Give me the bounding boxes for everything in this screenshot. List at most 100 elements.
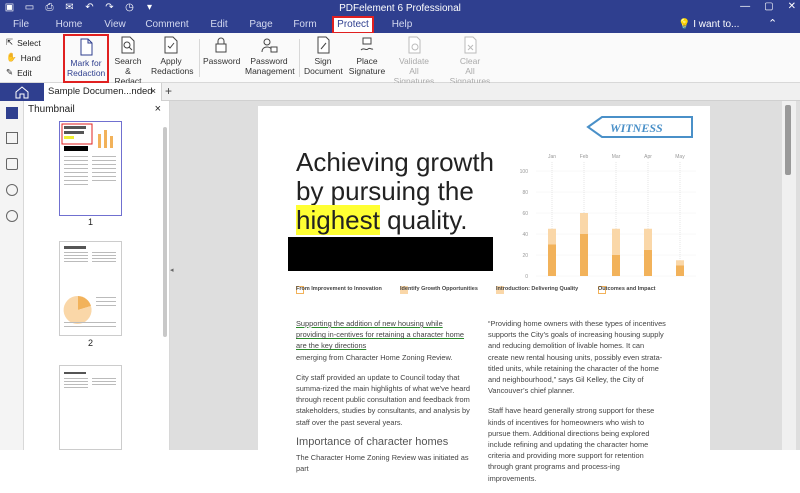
right-para-1: “Providing home owners with these types … bbox=[488, 319, 666, 396]
place-signature-button[interactable]: Place Signature bbox=[348, 36, 386, 76]
y-tick-label: 20 bbox=[522, 253, 528, 259]
validate-all-signatures-button[interactable]: Validate All Signatures bbox=[390, 36, 438, 86]
document-headline: Achieving growth by pursuing the highest… bbox=[296, 148, 494, 235]
mark-for-redaction-button[interactable]: Mark for Redaction bbox=[63, 34, 109, 83]
search-icon[interactable] bbox=[6, 210, 18, 222]
i-want-to-label: I want to... bbox=[693, 19, 740, 30]
page-thumbnail-1[interactable] bbox=[59, 121, 122, 216]
home-tab[interactable] bbox=[0, 83, 44, 101]
page-thumbnail-3[interactable] bbox=[59, 365, 122, 450]
search-redact-button[interactable]: Search & Redact bbox=[112, 36, 144, 86]
left-para-3: The Character Home Zoning Review was ini… bbox=[296, 453, 469, 474]
apply-doc-icon bbox=[164, 36, 178, 54]
menu-comment[interactable]: Comment bbox=[144, 18, 190, 32]
headline-line-3-rest: quality. bbox=[379, 205, 468, 235]
thumbnail-title: Thumbnail bbox=[28, 104, 75, 115]
close-icon[interactable]: ✕ bbox=[788, 1, 796, 12]
menu-protect[interactable]: Protect bbox=[332, 16, 374, 34]
ribbon-separator bbox=[299, 39, 300, 77]
bar-chart: 100 80 60 40 20 0 Jan Feb Mar Apr May bbox=[520, 154, 696, 280]
right-column: “Providing home owners with these types … bbox=[488, 318, 666, 493]
signature-icon bbox=[360, 37, 374, 51]
bookmark-icon[interactable] bbox=[6, 132, 18, 144]
redaction-box[interactable] bbox=[288, 237, 493, 271]
ribbon-collapse-icon[interactable]: ⌃ bbox=[768, 17, 777, 30]
y-tick-label: 60 bbox=[522, 211, 528, 217]
headline-line-1: Achieving growth bbox=[296, 147, 494, 177]
headline-line-2: by pursuing the bbox=[296, 176, 474, 206]
collapse-panel-arrow[interactable]: ◂ bbox=[170, 266, 174, 274]
apply-redactions-button[interactable]: Apply Redactions bbox=[151, 36, 194, 76]
add-tab-button[interactable]: + bbox=[165, 83, 172, 100]
validate-icon bbox=[408, 36, 421, 54]
menu-view[interactable]: View bbox=[100, 18, 130, 32]
hand-label: Hand bbox=[20, 52, 41, 63]
right-para-2: Staff have heard generally strong suppor… bbox=[488, 406, 655, 483]
search-doc-icon bbox=[121, 36, 135, 54]
hand-tool[interactable]: ✋ Hand bbox=[6, 52, 41, 63]
document-viewer: ◂ WITNESS Achieving growth by pursuing t… bbox=[170, 101, 800, 483]
headline-line-3: highest quality. bbox=[296, 205, 494, 235]
menu-file[interactable]: File bbox=[6, 18, 36, 32]
maximize-icon[interactable]: ▢ bbox=[764, 1, 773, 12]
pdf-page: WITNESS Achieving growth by pursuing the… bbox=[258, 106, 710, 483]
highlighted-word: highest bbox=[296, 205, 380, 235]
page-thumbnail-2[interactable] bbox=[59, 241, 122, 336]
sign-pen-icon bbox=[317, 36, 330, 54]
witness-stamp: WITNESS bbox=[586, 116, 693, 138]
clear-all-signatures-button[interactable]: Clear All Signatures bbox=[446, 36, 494, 86]
lock-icon bbox=[215, 37, 227, 53]
user-lock-icon bbox=[261, 38, 278, 53]
mark-for-redaction-label: Mark for Redaction bbox=[67, 58, 106, 78]
thumbnail-preview-3 bbox=[64, 372, 116, 388]
bar-segment bbox=[548, 228, 556, 245]
clear-icon bbox=[464, 36, 477, 54]
document-tab[interactable]: Sample Documen...nded × bbox=[44, 83, 162, 101]
label-introduction-text: Introduction: Delivering Quality bbox=[496, 286, 579, 292]
window-title: PDFelement 6 Professional bbox=[339, 3, 461, 14]
edit-icon: ✎ bbox=[6, 67, 14, 77]
left-panel-icons bbox=[0, 101, 24, 450]
menu-page[interactable]: Page bbox=[247, 18, 275, 32]
menu-form[interactable]: Form bbox=[290, 18, 320, 32]
label-outcomes-text: Outcomes and Impact bbox=[598, 286, 656, 292]
edit-tool[interactable]: ✎ Edit bbox=[6, 67, 32, 78]
thumbnail-scrollbar[interactable] bbox=[163, 127, 167, 337]
comment-panel-icon[interactable] bbox=[6, 158, 18, 170]
ribbon-separator bbox=[199, 39, 200, 77]
password-button[interactable]: Password bbox=[203, 36, 240, 66]
thumbnail-panel: Thumbnail × 1 2 bbox=[24, 101, 170, 450]
subheading-character-homes: Importance of character homes bbox=[296, 435, 449, 448]
bar-segment bbox=[676, 260, 684, 266]
witness-stamp-text: WITNESS bbox=[610, 121, 663, 135]
bar-segment bbox=[580, 234, 588, 276]
viewer-scrollbar[interactable] bbox=[782, 101, 796, 450]
scrollbar-thumb[interactable] bbox=[785, 105, 791, 175]
document-tab-label: Sample Documen...nded bbox=[48, 86, 153, 97]
thumbnail-close-icon[interactable]: × bbox=[155, 103, 161, 115]
select-tool[interactable]: ⇱ Select bbox=[6, 37, 41, 48]
password-management-label: Password Management bbox=[245, 56, 295, 76]
i-want-to-search[interactable]: 💡 I want to... bbox=[678, 18, 739, 32]
menu-home[interactable]: Home bbox=[52, 18, 86, 32]
label-identify-text: Identify Growth Opportunities bbox=[400, 286, 478, 292]
clear-all-label: Clear All Signatures bbox=[449, 56, 491, 86]
tab-close-icon[interactable]: × bbox=[150, 83, 156, 101]
bar-segment bbox=[612, 228, 620, 255]
label-improvement-text: From Improvement to Innovation bbox=[296, 286, 382, 292]
minimize-icon[interactable]: — bbox=[740, 1, 750, 12]
menu-help[interactable]: Help bbox=[388, 18, 416, 32]
password-management-button[interactable]: Password Management bbox=[245, 36, 295, 76]
y-tick-label: 40 bbox=[522, 232, 528, 238]
redaction-doc-icon bbox=[80, 38, 93, 56]
x-tick-label: May bbox=[675, 154, 685, 160]
x-tick-label: Mar bbox=[612, 154, 621, 160]
ribbon-toolbar: ⇱ Select ✋ Hand ✎ Edit Mark for Redaction S… bbox=[0, 33, 800, 86]
thumbnail-panel-icon[interactable] bbox=[6, 107, 18, 119]
lightbulb-icon: 💡 bbox=[678, 19, 694, 30]
menu-edit[interactable]: Edit bbox=[206, 18, 232, 32]
sign-document-button[interactable]: Sign Document bbox=[304, 36, 343, 76]
menu-bar: File Home View Comment Edit Page Form Pr… bbox=[0, 16, 800, 34]
hand-icon: ✋ bbox=[6, 52, 17, 62]
attachment-icon[interactable] bbox=[6, 184, 18, 196]
